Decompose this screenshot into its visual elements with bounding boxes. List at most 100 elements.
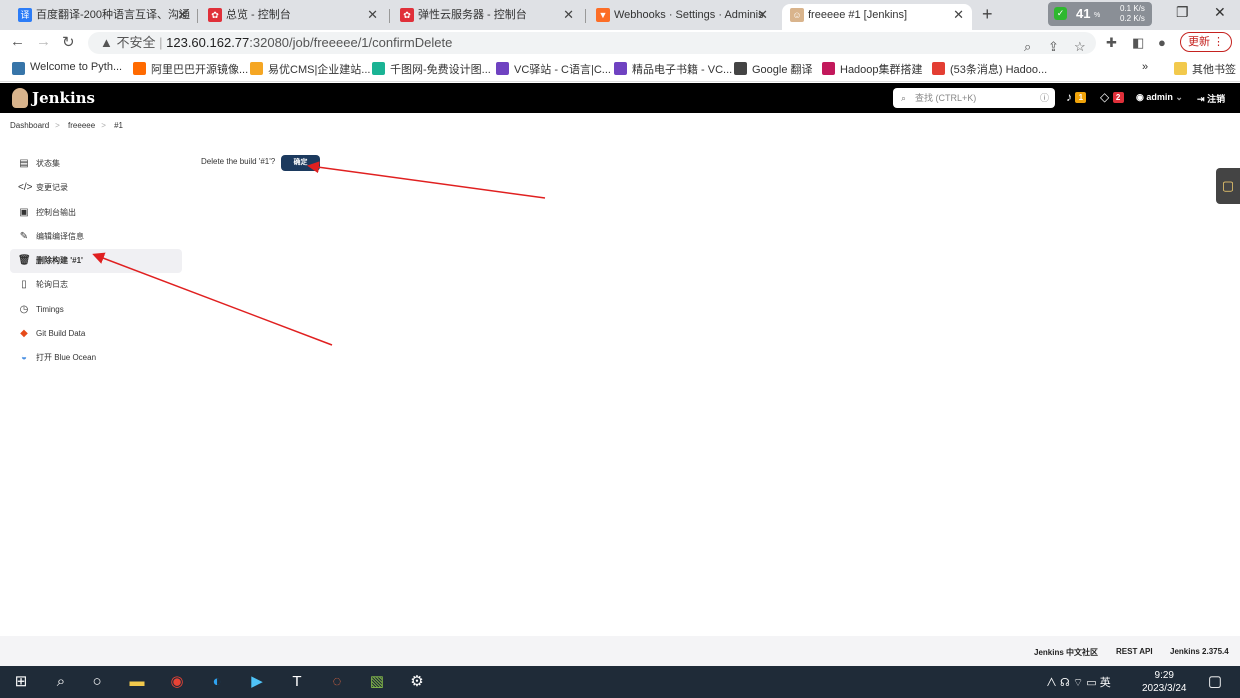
close-tab-icon[interactable]: ✕ [367, 4, 378, 26]
sidebar-item[interactable]: ◒ 打开 Blue Ocean [10, 346, 182, 370]
tab-title: 总览 - 控制台 [226, 9, 291, 21]
network-speed-widget[interactable]: ✓ 41 % 0.1 K/s 0.2 K/s [1048, 2, 1152, 26]
bookmark-item[interactable]: 精品电子书籍 - VC... [614, 61, 732, 77]
help-icon[interactable]: ⓘ [1040, 88, 1049, 108]
other-bookmarks[interactable]: 其他书签 [1174, 61, 1236, 77]
document-icon: ▤ [19, 158, 29, 169]
share-icon[interactable]: ⇪ [1048, 36, 1059, 58]
typora-icon[interactable]: T [286, 672, 308, 692]
file-explorer-icon[interactable]: ▬ [126, 672, 148, 692]
security-badge: 2 [1112, 92, 1124, 104]
sidebar-item[interactable]: 🗑 删除构建 '#1' [10, 249, 182, 274]
side-panel-icon[interactable]: ◧ [1132, 35, 1144, 51]
jenkins-footer: Jenkins 中文社区 REST API Jenkins 2.375.4 [0, 636, 1240, 666]
bookmark-item[interactable]: 千图网-免费设计图... [372, 61, 491, 77]
search-placeholder: 查找 (CTRL+K) [915, 93, 977, 103]
tab-title: freeeee #1 [Jenkins] [808, 9, 908, 21]
tab-divider [389, 9, 390, 23]
forward-icon[interactable]: → [36, 33, 51, 50]
close-tab-icon[interactable]: ✕ [953, 4, 964, 26]
back-icon[interactable]: ← [10, 33, 25, 50]
breadcrumb: Dashboard > freeeee > #1 [0, 114, 1240, 138]
footer-version-link[interactable]: Jenkins 2.375.4 [1170, 647, 1229, 656]
sidebar-item[interactable]: ▯ 轮询日志 [10, 273, 182, 297]
sidebar-item-label: 打开 Blue Ocean [36, 353, 97, 363]
snail-app-icon[interactable]: ◌ [326, 672, 348, 692]
url-input[interactable]: ▲ 不安全 | 123.60.162.77:32080/job/freeeee/… [88, 32, 1096, 54]
footer-community-link[interactable]: Jenkins 中文社区 [1034, 647, 1098, 658]
close-tab-icon[interactable]: ✕ [563, 4, 574, 26]
sidebar-item-label: 控制台输出 [36, 207, 76, 217]
user-menu[interactable]: ◉ admin ⌄ [1136, 92, 1183, 103]
media-player-icon[interactable]: ▶ [246, 672, 268, 692]
bookmark-label: Welcome to Pyth... [30, 61, 123, 73]
settings-gear-icon[interactable]: ⚙ [406, 672, 428, 692]
breadcrumb-job[interactable]: freeeee [68, 121, 95, 130]
sidebar-item[interactable]: ◷ Timings [10, 298, 182, 322]
bookmark-label: 易优CMS|企业建站... [268, 64, 371, 76]
browser-tab[interactable]: ✿ 总览 - 控制台 ✕ [200, 4, 386, 30]
bookmark-item[interactable]: Google 翻译 [734, 61, 813, 77]
address-bar-row: ← → ↻ ▲ 不安全 | 123.60.162.77:32080/job/fr… [0, 30, 1240, 56]
clock[interactable]: 9:29 2023/3/24 [1142, 669, 1187, 695]
zoom-icon[interactable]: ⌕ [1024, 36, 1031, 58]
windows-start-icon[interactable]: ⊞ [10, 672, 32, 692]
tab-divider [585, 9, 586, 23]
git-icon: ◆ [20, 328, 28, 340]
side-panel-tab[interactable]: ▢ [1216, 168, 1240, 204]
breadcrumb-dashboard[interactable]: Dashboard [10, 121, 49, 130]
browser-tab[interactable]: ☺ freeeee #1 [Jenkins] ✕ [782, 4, 972, 30]
blue-ocean-icon: ◒ [20, 352, 28, 364]
close-tab-icon[interactable]: ✕ [177, 4, 188, 26]
chevron-right-icon: > [55, 121, 60, 130]
bookmark-item[interactable]: Hadoop集群搭建 [822, 61, 923, 77]
edge-icon[interactable]: ◐ [206, 672, 228, 692]
security-button[interactable]: ◇ 2 [1100, 90, 1124, 104]
close-tab-icon[interactable]: ✕ [757, 4, 768, 26]
browser-tab[interactable]: ▼ Webhooks · Settings · Adminis ✕ [588, 4, 776, 30]
close-window-icon[interactable]: ✕ [1214, 4, 1226, 21]
extensions-icon[interactable]: ✚ [1106, 35, 1117, 51]
sidebar-item-label: 编辑编译信息 [36, 231, 84, 241]
profile-icon[interactable]: ● [1158, 35, 1166, 50]
huawei-cloud-icon: ✿ [400, 8, 414, 22]
bookmark-item[interactable]: (53条消息) Hadoo... [932, 61, 1047, 77]
sidebar-item[interactable]: ▤ 状态集 [10, 152, 182, 176]
jenkins-logo-icon[interactable] [12, 88, 28, 108]
sidebar-item[interactable]: </> 变更记录 [10, 176, 182, 200]
sidebar-item[interactable]: ▣ 控制台输出 [10, 201, 182, 225]
image-app-icon[interactable]: ▧ [366, 672, 388, 692]
bookmark-item[interactable]: 易优CMS|企业建站... [250, 61, 370, 77]
update-button[interactable]: 更新 ⋮ [1180, 32, 1232, 52]
bookmark-item[interactable]: 阿里巴巴开源镜像... [133, 61, 248, 77]
clock-icon: ◷ [19, 303, 29, 315]
confirm-button[interactable]: 确定 [281, 155, 320, 171]
logout-button[interactable]: ⇥ 注销 [1197, 92, 1225, 105]
browser-tab[interactable]: 译百度翻译-200种语言互译、沟通 ✕ [10, 4, 196, 30]
huawei-cloud-icon: ✿ [208, 8, 222, 22]
search-icon[interactable]: ⌕ [50, 672, 72, 692]
search-icon: ⌕ [901, 93, 907, 103]
system-tray[interactable]: ∧ ☊ ⌔ ▭ 英 [1046, 674, 1111, 690]
bookmark-item[interactable]: VC驿站 - C语言|C... [496, 61, 611, 77]
task-view-icon[interactable]: ○ [86, 672, 108, 692]
notification-center-icon[interactable]: ▢ [1204, 672, 1226, 692]
jenkins-title[interactable]: Jenkins [32, 89, 95, 107]
shield-icon: ◇ [1100, 90, 1110, 104]
new-tab-button[interactable]: + [982, 4, 993, 25]
breadcrumb-build[interactable]: #1 [114, 121, 123, 130]
bookmarks-more-button[interactable]: » [1142, 61, 1148, 73]
bookmark-item[interactable]: Welcome to Pyth... [12, 61, 123, 75]
footer-rest-api-link[interactable]: REST API [1116, 647, 1153, 656]
notifications-button[interactable]: ♪ 1 [1066, 90, 1087, 104]
restore-window-icon[interactable]: ❐ [1176, 4, 1189, 21]
reload-icon[interactable]: ↻ [62, 33, 75, 51]
sidebar-item[interactable]: ✎ 编辑编译信息 [10, 225, 182, 249]
bookmark-label: Hadoop集群搭建 [840, 64, 923, 76]
search-input[interactable]: ⌕ 查找 (CTRL+K) ⓘ [893, 88, 1055, 108]
bookmark-favicon-icon [822, 62, 835, 75]
sidebar-item[interactable]: ◆ Git Build Data [10, 322, 182, 346]
star-icon[interactable]: ☆ [1074, 36, 1086, 58]
chrome-icon[interactable]: ◉ [166, 672, 188, 692]
browser-tab[interactable]: ✿ 弹性云服务器 - 控制台 ✕ [392, 4, 582, 30]
